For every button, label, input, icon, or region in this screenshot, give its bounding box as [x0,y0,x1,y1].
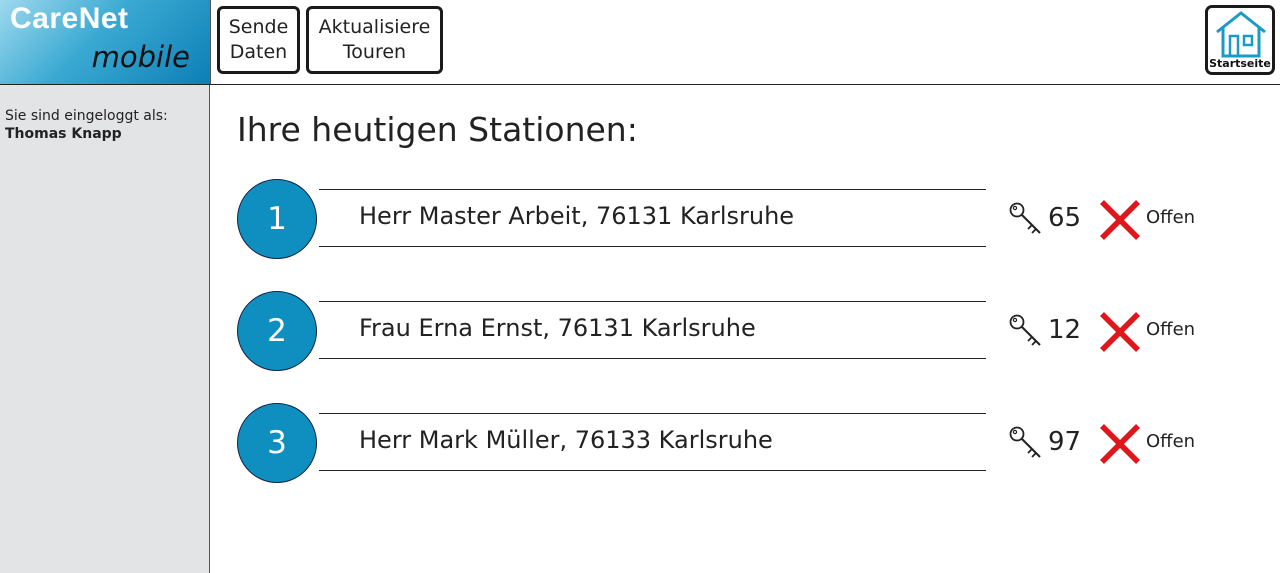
station-number: 2 [237,291,317,371]
key-icon [1009,314,1041,346]
x-mark-icon [1100,424,1140,464]
status-label: Offen [1146,319,1196,340]
key-number: 12 [1048,315,1082,345]
key-number: 65 [1048,203,1082,233]
brand-name: CareNet [10,2,129,35]
app-logo: CareNet mobile [0,0,210,84]
send-data-button[interactable]: Sende Daten [217,6,300,74]
x-mark-icon [1100,200,1140,240]
key-icon [1009,426,1041,458]
house-icon [1216,11,1266,58]
station-row[interactable]: 3 Herr Mark Müller, 76133 Karlsruhe 97 O… [237,403,1237,485]
update-label-1: Aktualisiere [318,16,431,38]
send-label-1: Sende [228,16,289,38]
station-address: Herr Mark Müller, 76133 Karlsruhe [359,426,773,454]
station-bar[interactable]: Herr Master Arbeit, 76131 Karlsruhe [319,189,986,247]
x-mark-icon [1100,312,1140,352]
header-divider [210,0,211,84]
sidebar: Sie sind eingeloggt als: Thomas Knapp [0,85,210,573]
key-icon [1009,202,1041,234]
status-label: Offen [1146,431,1196,452]
station-address: Herr Master Arbeit, 76131 Karlsruhe [359,202,795,230]
station-number: 3 [237,403,317,483]
station-bar[interactable]: Frau Erna Ernst, 76131 Karlsruhe [319,301,986,359]
send-label-2: Daten [229,41,288,63]
station-address: Frau Erna Ernst, 76131 Karlsruhe [359,314,756,342]
brand-sub: mobile [91,40,190,74]
home-label: Startseite [1209,57,1271,70]
user-name: Thomas Knapp [5,126,122,142]
station-bar[interactable]: Herr Mark Müller, 76133 Karlsruhe [319,413,986,471]
logged-in-label: Sie sind eingeloggt als: [5,108,168,124]
status-label: Offen [1146,207,1196,228]
station-number: 1 [237,179,317,259]
key-number: 97 [1048,427,1082,457]
update-label-2: Touren [342,41,407,63]
home-button[interactable]: Startseite [1205,5,1275,75]
station-row[interactable]: 2 Frau Erna Ernst, 76131 Karlsruhe 12 Of… [237,291,1237,373]
update-tours-button[interactable]: Aktualisiere Touren [306,6,443,74]
page-title: Ihre heutigen Stationen: [237,110,638,149]
station-row[interactable]: 1 Herr Master Arbeit, 76131 Karlsruhe 65… [237,179,1237,261]
